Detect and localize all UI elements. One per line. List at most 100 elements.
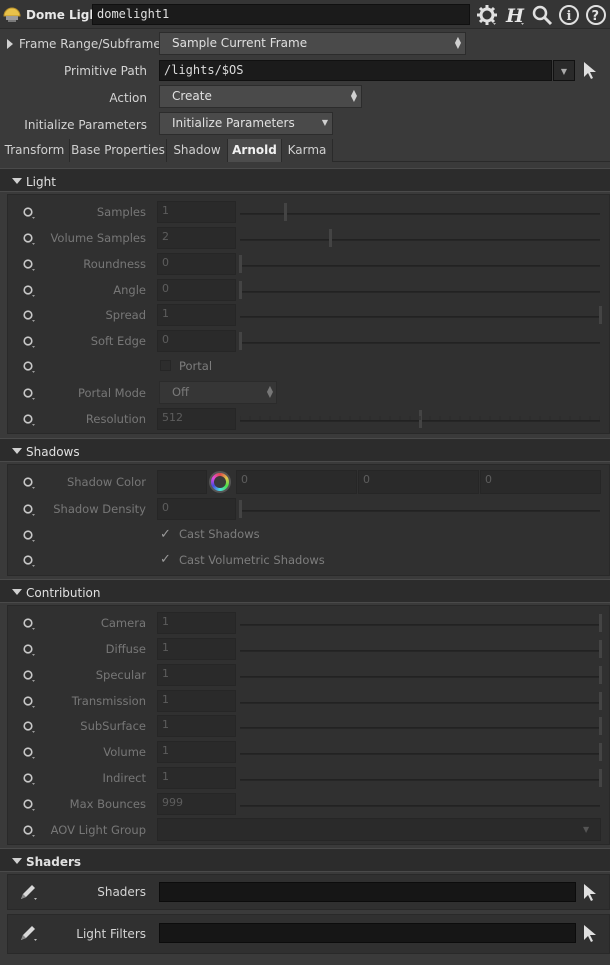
- diffuse-slider-handle[interactable]: [599, 640, 602, 658]
- roundness-value[interactable]: 0: [157, 253, 236, 275]
- camera-slider[interactable]: [240, 624, 600, 626]
- volume-samples-slider-handle[interactable]: [329, 229, 332, 247]
- path-menu-button[interactable]: ▼: [553, 60, 575, 81]
- dropdown-arrow-icon[interactable]: ▼: [583, 825, 589, 834]
- max-bounces-value[interactable]: 999: [157, 793, 236, 815]
- initialize-parameters-menu[interactable]: Initialize Parameters ▼: [159, 112, 333, 135]
- specular-slider-handle[interactable]: [599, 666, 602, 684]
- light-section-header[interactable]: Light: [0, 168, 610, 192]
- portal-checkbox[interactable]: [160, 360, 171, 371]
- max-bounces-slider[interactable]: [240, 805, 600, 807]
- updown-arrow-icon: ▲ ▼: [266, 384, 273, 399]
- camera-slider-handle[interactable]: [599, 614, 602, 632]
- subsurface-slider-handle[interactable]: [599, 717, 602, 735]
- indirect-slider-handle[interactable]: [599, 769, 602, 787]
- houdini-help-icon[interactable]: H: [503, 3, 527, 27]
- angle-slider-handle[interactable]: [239, 281, 242, 299]
- shaders-section-header[interactable]: Shaders: [0, 848, 610, 872]
- search-icon[interactable]: [530, 3, 554, 27]
- volume-samples-value[interactable]: 2: [157, 227, 236, 249]
- select-arrow-icon[interactable]: [581, 882, 599, 902]
- samples-slider[interactable]: [240, 213, 600, 215]
- soft-edge-slider-handle[interactable]: [239, 332, 242, 350]
- color-wheel-center: [214, 476, 226, 488]
- indirect-slider[interactable]: [240, 779, 600, 781]
- subsurface-value[interactable]: 1: [157, 715, 236, 737]
- soft-edge-slider[interactable]: [240, 342, 600, 344]
- samples-value[interactable]: 1: [157, 201, 236, 223]
- primitive-path-field[interactable]: /lights/$OS: [159, 60, 552, 81]
- subsurface-label: SubSurface: [80, 719, 146, 733]
- camera-value[interactable]: 1: [157, 612, 236, 634]
- portal-mode-dropdown[interactable]: Off ▲ ▼: [159, 381, 277, 404]
- volume-value[interactable]: 1: [157, 741, 236, 763]
- animation-channel-icon[interactable]: [22, 529, 36, 543]
- tab-karma[interactable]: Karma: [282, 139, 333, 162]
- indirect-value[interactable]: 1: [157, 767, 236, 789]
- select-arrow-icon[interactable]: [581, 60, 599, 80]
- shadow-density-slider-handle[interactable]: [239, 500, 242, 518]
- volume-slider-handle[interactable]: [599, 743, 602, 761]
- action-dropdown[interactable]: Create ▲ ▼: [159, 85, 362, 108]
- camera-label: Camera: [100, 616, 146, 630]
- diffuse-slider[interactable]: [240, 650, 600, 652]
- subsurface-slider[interactable]: [240, 727, 600, 729]
- transmission-label: Transmission: [71, 694, 146, 708]
- light-filters-label: Light Filters: [76, 927, 146, 941]
- transmission-slider[interactable]: [240, 702, 600, 704]
- svg-text:i: i: [567, 9, 572, 24]
- shadows-section-title: Shadows: [26, 445, 80, 459]
- gear-icon[interactable]: [475, 3, 499, 27]
- shaders-field[interactable]: [159, 882, 576, 902]
- specular-value[interactable]: 1: [157, 664, 236, 686]
- contribution-section-header[interactable]: Contribution: [0, 579, 610, 603]
- samples-label: Samples: [96, 205, 146, 219]
- info-icon[interactable]: i: [557, 3, 581, 27]
- angle-value[interactable]: 0: [157, 279, 236, 301]
- select-arrow-icon[interactable]: [581, 923, 599, 943]
- volume-slider[interactable]: [240, 753, 600, 755]
- cast-shadows-checkmark-icon[interactable]: ✓: [160, 527, 171, 542]
- transmission-slider-handle[interactable]: [599, 692, 602, 710]
- transmission-value[interactable]: 1: [157, 690, 236, 712]
- expand-arrow-icon[interactable]: [7, 39, 13, 49]
- spread-slider-handle[interactable]: [599, 306, 602, 324]
- tab-transform[interactable]: Transform: [0, 139, 70, 162]
- soft-edge-value[interactable]: 0: [157, 330, 236, 352]
- animation-channel-icon[interactable]: [22, 554, 36, 568]
- node-name-field[interactable]: domelight1: [92, 4, 470, 25]
- volume-samples-slider[interactable]: [240, 239, 600, 241]
- spread-value[interactable]: 1: [157, 304, 236, 326]
- animation-channel-icon[interactable]: [22, 360, 36, 374]
- shadow-color-swatch[interactable]: [157, 470, 207, 494]
- diffuse-value[interactable]: 1: [157, 638, 236, 660]
- cast-volumetric-shadows-checkmark-icon[interactable]: ✓: [160, 552, 171, 567]
- help-icon[interactable]: ?: [584, 3, 608, 27]
- roundness-slider-handle[interactable]: [239, 255, 242, 273]
- primitive-path-label: Primitive Path: [63, 64, 147, 78]
- svg-text:?: ?: [592, 9, 600, 24]
- pencil-icon[interactable]: [18, 882, 38, 902]
- tab-shadow[interactable]: Shadow: [167, 139, 228, 162]
- shadows-section-header[interactable]: Shadows: [0, 438, 610, 462]
- aov-light-group-field[interactable]: [157, 818, 601, 841]
- volume-samples-label: Volume Samples: [50, 231, 146, 245]
- roundness-slider[interactable]: [240, 265, 600, 267]
- shadow-color-g-field[interactable]: 0: [358, 470, 479, 494]
- shadow-color-b-field[interactable]: 0: [480, 470, 601, 494]
- samples-slider-handle[interactable]: [284, 203, 287, 221]
- shadow-density-value[interactable]: 0: [157, 498, 236, 520]
- spread-slider[interactable]: [240, 316, 600, 318]
- shadow-color-r-field[interactable]: 0: [236, 470, 357, 494]
- tab-base-properties[interactable]: Base Properties: [70, 139, 167, 162]
- cast-shadows-label: Cast Shadows: [179, 527, 260, 541]
- resolution-value[interactable]: 512: [157, 408, 236, 430]
- specular-slider[interactable]: [240, 676, 600, 678]
- pencil-icon[interactable]: [18, 923, 38, 943]
- frame-range-dropdown[interactable]: Sample Current Frame ▲ ▼: [159, 32, 466, 55]
- light-filters-field[interactable]: [159, 923, 576, 943]
- shadow-density-slider[interactable]: [240, 510, 600, 512]
- angle-slider[interactable]: [240, 291, 600, 293]
- initialize-parameters-label: Initialize Parameters: [24, 118, 147, 132]
- tab-arnold[interactable]: Arnold: [228, 139, 282, 162]
